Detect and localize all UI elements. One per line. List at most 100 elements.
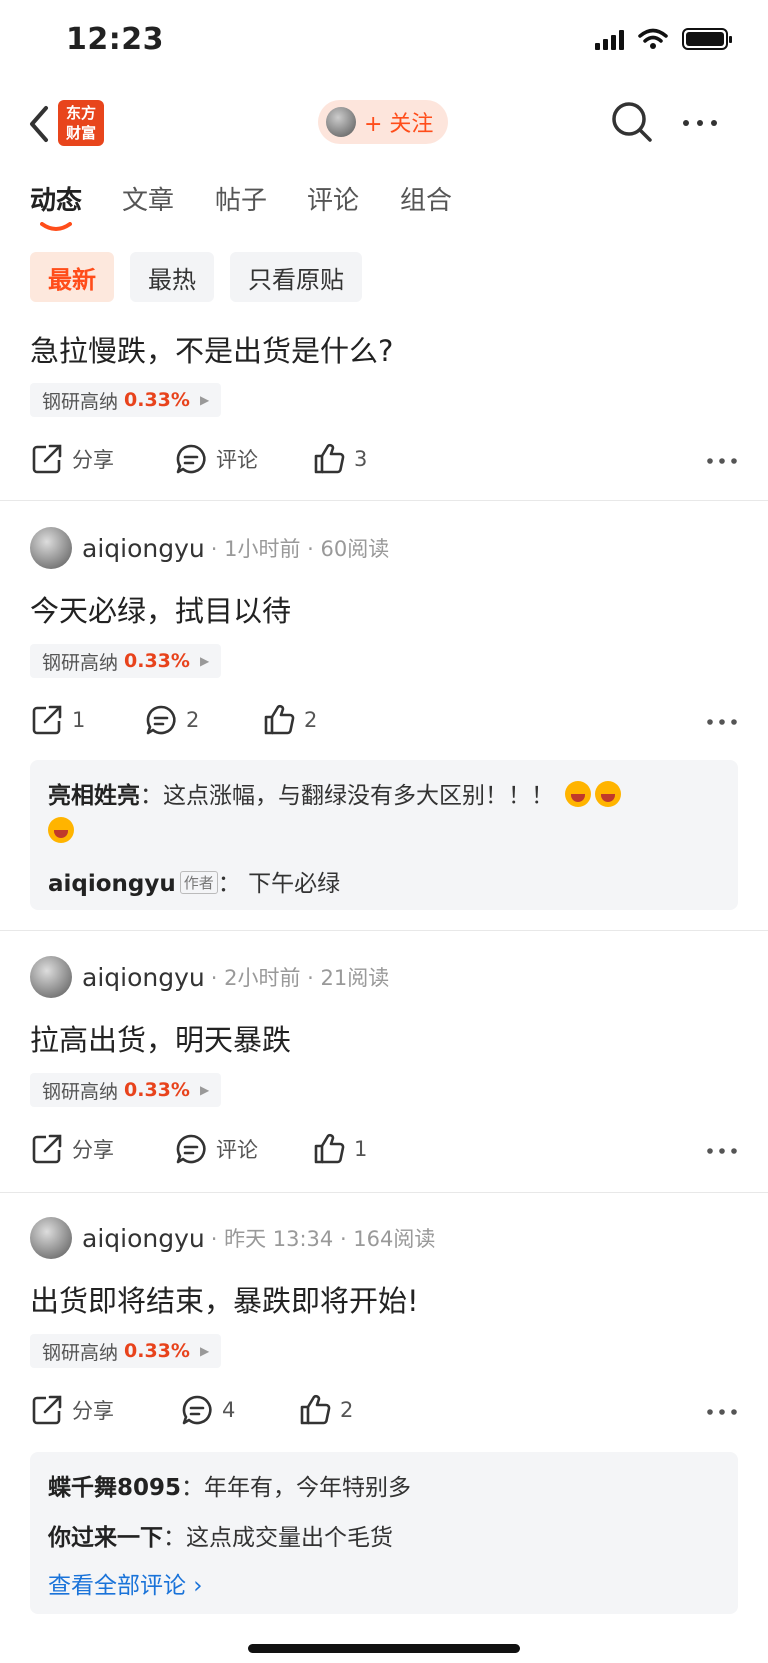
comment-icon [176, 444, 206, 474]
stock-name: 钢研高纳 [42, 1341, 119, 1364]
comment-icon [176, 1134, 206, 1164]
stock-tag[interactable]: 钢研高纳 0.33% ▶ [30, 1073, 222, 1107]
filter-original-only[interactable]: 只看原贴 [230, 252, 362, 302]
commenter-name[interactable]: 蝶千舞8095 [48, 1475, 181, 1501]
stock-tag[interactable]: 钢研高纳 0.33% ▶ [30, 383, 222, 417]
play-arrow-icon: ▶ [199, 654, 210, 668]
username[interactable]: aiqiongyu [82, 963, 205, 992]
like-button[interactable]: 2 [262, 703, 317, 737]
post-header: aiqiongyu · 昨天 13:34 · 164阅读 [30, 1216, 435, 1260]
more-options-icon[interactable] [702, 1395, 742, 1429]
tab-comments[interactable]: 评论 [307, 180, 359, 217]
stock-tag[interactable]: 钢研高纳 0.33% ▶ [30, 1334, 222, 1368]
share-icon [32, 705, 62, 735]
stock-tag[interactable]: 钢研高纳 0.33% ▶ [30, 644, 222, 678]
commenter-name[interactable]: aiqiongyu [48, 871, 176, 897]
comment-preview[interactable]: 蝶千舞8095：年年有，今年特别多 你过来一下：这点成交量出个毛货 查看全部评论… [30, 1452, 738, 1614]
view-all-comments-link[interactable]: 查看全部评论 › [48, 1566, 203, 1600]
stock-change: 0.33% [124, 1079, 190, 1101]
share-button[interactable]: 1 [30, 703, 85, 737]
status-time: 12:23 [66, 22, 164, 57]
stock-change: 0.33% [124, 389, 190, 411]
comment-text: ：年年有，今年特别多 [181, 1475, 412, 1501]
comment-line: aiqiongyu 作者： 下午必绿 [48, 864, 340, 898]
comment-button[interactable]: 评论 [174, 1132, 258, 1166]
search-icon[interactable] [610, 100, 654, 144]
more-options-icon[interactable] [702, 1134, 742, 1168]
thumbs-up-icon [264, 704, 295, 735]
post-text[interactable]: 出货即将结束，暴跌即将开始! [30, 1278, 419, 1320]
avatar[interactable] [30, 527, 72, 569]
comment-line: 亮相姓亮：这点涨幅，与翻绿没有多大区别！！！ [48, 778, 728, 850]
comment-line: 你过来一下：这点成交量出个毛货 [48, 1518, 393, 1552]
filter-hottest[interactable]: 最热 [130, 252, 214, 302]
post-text[interactable]: 今天必绿，拭目以待 [30, 588, 291, 630]
thumbs-up-icon [314, 443, 345, 474]
follow-label: + 关注 [364, 112, 434, 137]
thumbs-up-icon [314, 1133, 345, 1164]
post-text[interactable]: 拉高出货，明天暴跌 [30, 1017, 291, 1059]
more-options-icon[interactable] [702, 705, 742, 739]
filter-chips: 最新 最热 只看原贴 [30, 252, 362, 302]
stock-name: 钢研高纳 [42, 651, 119, 674]
like-button[interactable]: 3 [312, 442, 367, 476]
stock-change: 0.33% [124, 1340, 190, 1362]
share-button[interactable]: 分享 [30, 1132, 114, 1166]
more-options-icon[interactable] [680, 106, 720, 140]
tab-portfolio[interactable]: 组合 [400, 180, 452, 217]
tab-posts[interactable]: 帖子 [215, 180, 267, 217]
commenter-name[interactable]: 亮相姓亮 [48, 783, 140, 809]
comment-icon [146, 705, 176, 735]
more-options-icon[interactable] [702, 444, 742, 478]
tab-articles[interactable]: 文章 [122, 180, 174, 217]
username[interactable]: aiqiongyu [82, 1224, 205, 1253]
laughing-emoji-icon [565, 781, 592, 807]
like-button[interactable]: 2 [298, 1393, 353, 1427]
top-nav: 东方 财富 + 关注 [0, 84, 768, 164]
author-badge: 作者 [179, 871, 218, 894]
comment-text: ：这点涨幅，与翻绿没有多大区别！！！ [140, 783, 554, 809]
divider [0, 500, 768, 501]
divider [0, 1192, 768, 1193]
laughing-emoji-icon [595, 781, 622, 807]
avatar[interactable] [30, 1217, 72, 1259]
stock-change: 0.33% [124, 650, 190, 672]
comment-button[interactable]: 评论 [174, 442, 258, 476]
share-icon [32, 1134, 62, 1164]
stock-name: 钢研高纳 [42, 390, 119, 413]
comment-icon [182, 1395, 212, 1425]
username[interactable]: aiqiongyu [82, 534, 205, 563]
stock-name: 钢研高纳 [42, 1080, 119, 1103]
play-arrow-icon: ▶ [199, 1344, 210, 1358]
avatar[interactable] [30, 956, 72, 998]
share-button[interactable]: 分享 [30, 1393, 114, 1427]
comment-preview[interactable]: 亮相姓亮：这点涨幅，与翻绿没有多大区别！！！ aiqiongyu 作者： 下午必绿 [30, 760, 738, 910]
commenter-name[interactable]: 你过来一下 [48, 1525, 163, 1551]
comment-button[interactable]: 4 [180, 1393, 235, 1427]
status-bar: 12:23 [0, 0, 768, 84]
play-arrow-icon: ▶ [199, 1083, 210, 1097]
filter-latest[interactable]: 最新 [30, 252, 114, 302]
post-actions: 1 2 2 [30, 703, 742, 743]
post-text[interactable]: 急拉慢跌，不是出货是什么? [30, 328, 393, 370]
follow-avatar [326, 107, 356, 137]
share-icon [32, 1395, 62, 1425]
profile-tabs: 动态 文章 帖子 评论 组合 [0, 180, 768, 240]
back-arrow-icon[interactable] [24, 102, 54, 146]
status-icons [595, 28, 732, 50]
divider [0, 930, 768, 931]
cellular-signal-icon [595, 28, 624, 50]
post-actions: 分享 评论 3 [30, 442, 742, 482]
post-actions: 分享 4 2 [30, 1393, 742, 1433]
follow-button[interactable]: + 关注 [318, 100, 448, 144]
post-meta: · 昨天 13:34 · 164阅读 [210, 1227, 436, 1251]
comment-button[interactable]: 2 [144, 703, 199, 737]
comment-text: ：这点成交量出个毛货 [163, 1525, 393, 1551]
share-button[interactable]: 分享 [30, 442, 114, 476]
tab-dynamic[interactable]: 动态 [30, 180, 82, 217]
share-icon [32, 444, 62, 474]
post-header: aiqiongyu · 2小时前 · 21阅读 [30, 955, 389, 999]
eastmoney-logo[interactable]: 东方 财富 [58, 100, 104, 146]
comment-line: 蝶千舞8095：年年有，今年特别多 [48, 1468, 411, 1502]
like-button[interactable]: 1 [312, 1132, 367, 1166]
